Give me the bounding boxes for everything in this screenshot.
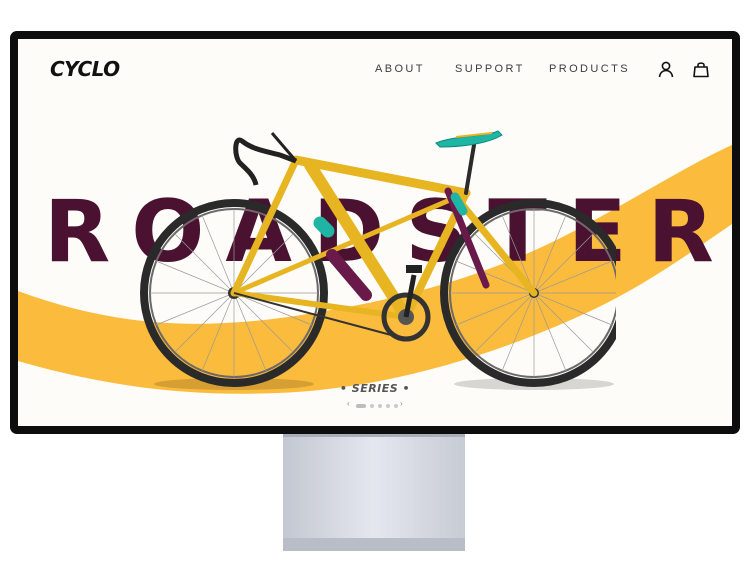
nav-products-link[interactable]: PRODUCTS	[549, 63, 630, 75]
bike-frame	[230, 143, 538, 323]
carousel-dot[interactable]	[378, 404, 382, 408]
hero-letter: R	[44, 182, 111, 282]
shopping-bag-icon[interactable]	[692, 60, 710, 78]
brand-logo[interactable]: CYCLO	[50, 57, 120, 81]
monitor-bezel: CYCLO ABOUT SUPPORT PRODUCTS R O A D S T…	[10, 31, 740, 434]
carousel-dot[interactable]	[386, 404, 390, 408]
series-label: • SERIES •	[339, 382, 411, 395]
user-icon[interactable]	[657, 60, 675, 78]
carousel-dot[interactable]	[370, 404, 374, 408]
carousel-pager: ‹ ›	[347, 399, 403, 412]
carousel-next-arrow[interactable]: ›	[400, 399, 403, 408]
carousel-dot[interactable]	[394, 404, 398, 408]
carousel-prev-arrow[interactable]: ‹	[347, 399, 350, 408]
monitor-stand	[283, 434, 465, 551]
website-screen: CYCLO ABOUT SUPPORT PRODUCTS R O A D S T…	[18, 39, 732, 426]
nav-support-link[interactable]: SUPPORT	[455, 63, 525, 75]
hero-letter: R	[647, 182, 714, 282]
carousel-dot[interactable]	[356, 404, 366, 408]
nav-about-link[interactable]: ABOUT	[375, 63, 425, 75]
road-bike-image	[140, 130, 616, 390]
